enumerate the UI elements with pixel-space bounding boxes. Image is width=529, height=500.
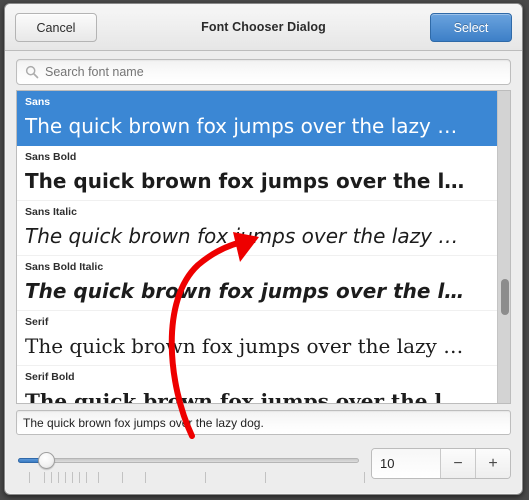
font-family-label: Sans Bold: [25, 151, 77, 163]
font-sample-text: The quick brown fox jumps over the lazy …: [25, 224, 459, 248]
font-chooser-dialog: Cancel Font Chooser Dialog Select Sans T…: [4, 3, 523, 495]
font-family-label: Sans: [25, 96, 51, 108]
font-size-spinner[interactable]: 10 − +: [371, 448, 511, 479]
font-sample-text: The quick brown fox jumps over the lazy …: [25, 334, 464, 358]
size-row: 10 − +: [5, 438, 522, 494]
font-family-label: Sans Bold Italic: [25, 261, 104, 273]
font-size-value[interactable]: 10: [372, 449, 440, 478]
font-list-frame: Sans The quick brown fox jumps over the …: [16, 90, 511, 404]
slider-tick-marks: [16, 472, 365, 484]
search-row: [5, 51, 522, 90]
font-list[interactable]: Sans The quick brown fox jumps over the …: [17, 91, 510, 403]
list-item[interactable]: Sans Italic The quick brown fox jumps ov…: [17, 201, 510, 256]
font-sample-text: The quick brown fox jumps over the l…: [25, 169, 465, 193]
font-sample-text: The quick brown fox jumps over the l…: [25, 389, 463, 403]
search-input[interactable]: [45, 65, 502, 79]
increment-button[interactable]: +: [475, 449, 510, 478]
font-family-label: Serif Bold: [25, 371, 75, 383]
font-family-label: Serif: [25, 316, 49, 328]
font-family-label: Sans Italic: [25, 206, 77, 218]
select-button-label: Select: [453, 20, 489, 35]
search-icon: [25, 65, 39, 79]
preview-row: The quick brown fox jumps over the lazy …: [5, 404, 522, 438]
font-sample-text: The quick brown fox jumps over the l…: [25, 279, 465, 303]
header-bar: Cancel Font Chooser Dialog Select: [5, 4, 522, 51]
list-item[interactable]: Sans The quick brown fox jumps over the …: [17, 91, 510, 146]
decrement-button[interactable]: −: [440, 449, 475, 478]
slider-track[interactable]: [18, 458, 359, 463]
list-item[interactable]: Serif The quick brown fox jumps over the…: [17, 311, 510, 366]
list-item[interactable]: Serif Bold The quick brown fox jumps ove…: [17, 366, 510, 403]
search-box[interactable]: [16, 59, 511, 85]
slider-thumb[interactable]: [38, 452, 55, 469]
scrollbar-thumb[interactable]: [501, 279, 509, 315]
vertical-scrollbar[interactable]: [497, 91, 510, 403]
list-item[interactable]: Sans Bold Italic The quick brown fox jum…: [17, 256, 510, 311]
list-item[interactable]: Sans Bold The quick brown fox jumps over…: [17, 146, 510, 201]
select-button[interactable]: Select: [430, 13, 512, 42]
font-size-slider[interactable]: [16, 448, 365, 488]
preview-input[interactable]: The quick brown fox jumps over the lazy …: [16, 410, 511, 435]
font-sample-text: The quick brown fox jumps over the lazy …: [25, 114, 458, 138]
